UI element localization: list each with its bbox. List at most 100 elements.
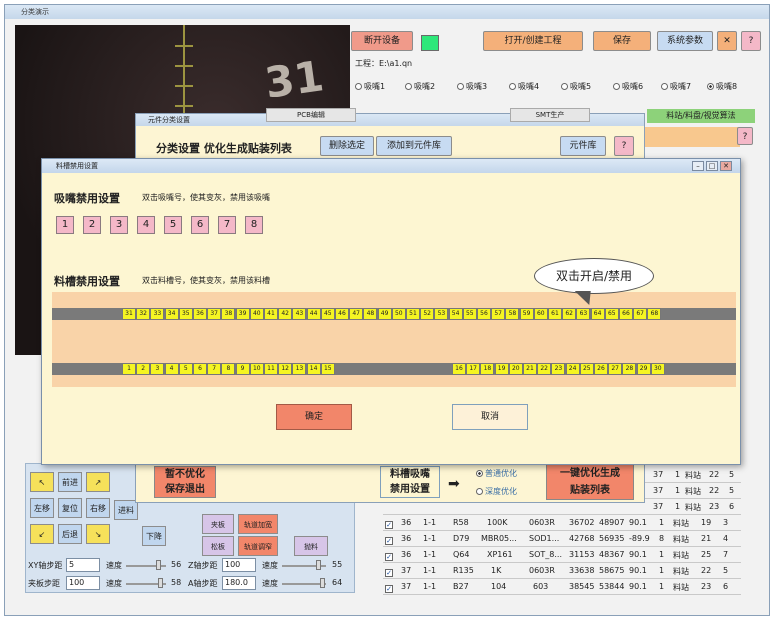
nozzle-radio-8[interactable]: 吸嘴8 bbox=[707, 81, 737, 92]
nozzle-radio-3[interactable]: 吸嘴3 bbox=[457, 81, 487, 92]
feeder-slot-25[interactable]: 25 bbox=[579, 363, 594, 375]
rail-widen-button[interactable]: 轨道加宽 bbox=[238, 514, 278, 534]
feeder-slot-15[interactable]: 15 bbox=[320, 363, 335, 375]
optimize-normal-radio[interactable]: 普通优化 bbox=[476, 468, 517, 479]
feeder-slot-4[interactable]: 4 bbox=[164, 363, 179, 375]
save-button[interactable]: 保存 bbox=[593, 31, 651, 51]
delete-selected-button[interactable]: 删除选定 bbox=[320, 136, 374, 156]
feeder-slot-40[interactable]: 40 bbox=[249, 308, 264, 320]
feeder-slot-41[interactable]: 41 bbox=[264, 308, 278, 320]
jog-home-button[interactable]: 复位 bbox=[58, 498, 82, 518]
clamp-step-input[interactable]: 100 bbox=[66, 576, 100, 590]
feeder-slot-22[interactable]: 22 bbox=[537, 363, 552, 375]
help-button[interactable]: ? bbox=[741, 31, 761, 51]
classification-help-button[interactable]: ? bbox=[614, 136, 634, 156]
feeder-slot-37[interactable]: 37 bbox=[207, 308, 222, 320]
z-speed-slider-thumb[interactable] bbox=[316, 560, 321, 570]
feeder-slot-2[interactable]: 2 bbox=[136, 363, 151, 375]
feeder-slot-55[interactable]: 55 bbox=[462, 308, 477, 320]
jog-up-left-button[interactable]: ↖ bbox=[30, 472, 54, 492]
nozzle-radio-4[interactable]: 吸嘴4 bbox=[509, 81, 539, 92]
feeder-slot-19[interactable]: 19 bbox=[494, 363, 509, 375]
feeder-slot-56[interactable]: 56 bbox=[477, 308, 491, 320]
nozzle-toggle-7[interactable]: 7 bbox=[218, 216, 236, 234]
feed-button[interactable]: 进料 bbox=[114, 500, 138, 520]
clamp-speed-slider-thumb[interactable] bbox=[158, 578, 163, 588]
feeder-slot-28[interactable]: 28 bbox=[622, 363, 637, 375]
add-to-library-button[interactable]: 添加到元件库 bbox=[376, 136, 452, 156]
feeder-slot-34[interactable]: 34 bbox=[164, 308, 179, 320]
feeder-slot-5[interactable]: 5 bbox=[178, 363, 193, 375]
feeder-slot-17[interactable]: 17 bbox=[466, 363, 481, 375]
maximize-icon[interactable]: □ bbox=[706, 161, 718, 171]
feeder-slot-3[interactable]: 3 bbox=[150, 363, 165, 375]
clamp-button[interactable]: 夹板 bbox=[202, 514, 234, 534]
feeder-slot-50[interactable]: 50 bbox=[391, 308, 406, 320]
feeder-slot-67[interactable]: 67 bbox=[633, 308, 648, 320]
feeder-slot-13[interactable]: 13 bbox=[292, 363, 307, 375]
tab-feeder-vision[interactable]: 料站/料盘/视觉算法 bbox=[647, 109, 755, 123]
table-row[interactable]: ✓ 36 1-1 D79 MBR05... SOD1... 42768 5693… bbox=[383, 531, 741, 547]
tab-pcb-edit[interactable]: PCB编辑 bbox=[266, 108, 356, 122]
feeder-slot-65[interactable]: 65 bbox=[604, 308, 619, 320]
nozzle-toggle-8[interactable]: 8 bbox=[245, 216, 263, 234]
feeder-slot-39[interactable]: 39 bbox=[235, 308, 250, 320]
rail-narrow-button[interactable]: 轨道调窄 bbox=[238, 536, 278, 556]
tab-smt-production[interactable]: SMT生产 bbox=[510, 108, 590, 122]
table-row[interactable]: ✓ 36 1-1 R58 100K 0603R 36702 48907 90.1… bbox=[383, 515, 741, 531]
nozzle-toggle-3[interactable]: 3 bbox=[110, 216, 128, 234]
feeder-nozzle-disable-button[interactable]: 料槽吸嘴 禁用设置 bbox=[380, 466, 440, 498]
feeder-slot-43[interactable]: 43 bbox=[292, 308, 307, 320]
nozzle-radio-1[interactable]: 吸嘴1 bbox=[355, 81, 385, 92]
close-button[interactable]: ✕ bbox=[717, 31, 737, 51]
lower-button[interactable]: 下降 bbox=[142, 526, 166, 546]
nozzle-radio-5[interactable]: 吸嘴5 bbox=[561, 81, 591, 92]
feeder-slot-58[interactable]: 58 bbox=[505, 308, 520, 320]
nozzle-toggle-5[interactable]: 5 bbox=[164, 216, 182, 234]
xy-speed-slider-thumb[interactable] bbox=[156, 560, 161, 570]
feeder-slot-45[interactable]: 45 bbox=[320, 308, 335, 320]
nozzle-toggle-2[interactable]: 2 bbox=[83, 216, 101, 234]
feeder-slot-23[interactable]: 23 bbox=[551, 363, 566, 375]
feeder-slot-53[interactable]: 53 bbox=[434, 308, 449, 320]
jog-forward-button[interactable]: 前进 bbox=[58, 472, 82, 492]
feeder-slot-38[interactable]: 38 bbox=[221, 308, 236, 320]
feeder-slot-10[interactable]: 10 bbox=[249, 363, 264, 375]
one-click-optimize-button[interactable]: 一键优化生成 贴装列表 bbox=[546, 464, 634, 500]
feeder-slot-24[interactable]: 24 bbox=[565, 363, 580, 375]
feeder-slot-57[interactable]: 57 bbox=[491, 308, 506, 320]
release-button[interactable]: 松板 bbox=[202, 536, 234, 556]
feeder-slot-9[interactable]: 9 bbox=[235, 363, 250, 375]
feeder-slot-64[interactable]: 64 bbox=[590, 308, 605, 320]
nozzle-toggle-4[interactable]: 4 bbox=[137, 216, 155, 234]
feeder-slot-68[interactable]: 68 bbox=[647, 308, 662, 320]
optimize-deep-radio[interactable]: 深度优化 bbox=[476, 486, 517, 497]
feeder-slot-48[interactable]: 48 bbox=[363, 308, 378, 320]
close-icon[interactable]: ✕ bbox=[720, 161, 732, 171]
confirm-button[interactable]: 确定 bbox=[276, 404, 352, 430]
open-project-button[interactable]: 打开/创建工程 bbox=[483, 31, 583, 51]
feeder-slot-44[interactable]: 44 bbox=[306, 308, 321, 320]
z-step-input[interactable]: 100 bbox=[222, 558, 256, 572]
no-optimize-save-exit-button[interactable]: 暂不优化 保存退出 bbox=[154, 466, 216, 498]
feeder-slot-29[interactable]: 29 bbox=[636, 363, 651, 375]
nozzle-toggle-1[interactable]: 1 bbox=[56, 216, 74, 234]
jog-up-right-button[interactable]: ↗ bbox=[86, 472, 110, 492]
system-params-button[interactable]: 系统参数 bbox=[657, 31, 713, 51]
feeder-slot-42[interactable]: 42 bbox=[278, 308, 293, 320]
a-speed-slider-thumb[interactable] bbox=[320, 578, 325, 588]
nozzle-toggle-6[interactable]: 6 bbox=[191, 216, 209, 234]
feeder-slot-62[interactable]: 62 bbox=[562, 308, 577, 320]
feeder-slot-54[interactable]: 54 bbox=[448, 308, 463, 320]
nozzle-radio-7[interactable]: 吸嘴7 bbox=[661, 81, 691, 92]
jog-left-button[interactable]: 左移 bbox=[30, 498, 54, 518]
feeder-slot-61[interactable]: 61 bbox=[548, 308, 562, 320]
feeder-slot-11[interactable]: 11 bbox=[264, 363, 278, 375]
nozzle-radio-6[interactable]: 吸嘴6 bbox=[613, 81, 643, 92]
feeder-slot-32[interactable]: 32 bbox=[136, 308, 151, 320]
feeder-slot-18[interactable]: 18 bbox=[480, 363, 495, 375]
jog-down-right-button[interactable]: ↘ bbox=[86, 524, 110, 544]
feeder-slot-52[interactable]: 52 bbox=[420, 308, 435, 320]
feeder-slot-26[interactable]: 26 bbox=[594, 363, 608, 375]
table-row[interactable]: ✓ 37 1-1 R135 1K 0603R 33638 58675 90.1 … bbox=[383, 563, 741, 579]
